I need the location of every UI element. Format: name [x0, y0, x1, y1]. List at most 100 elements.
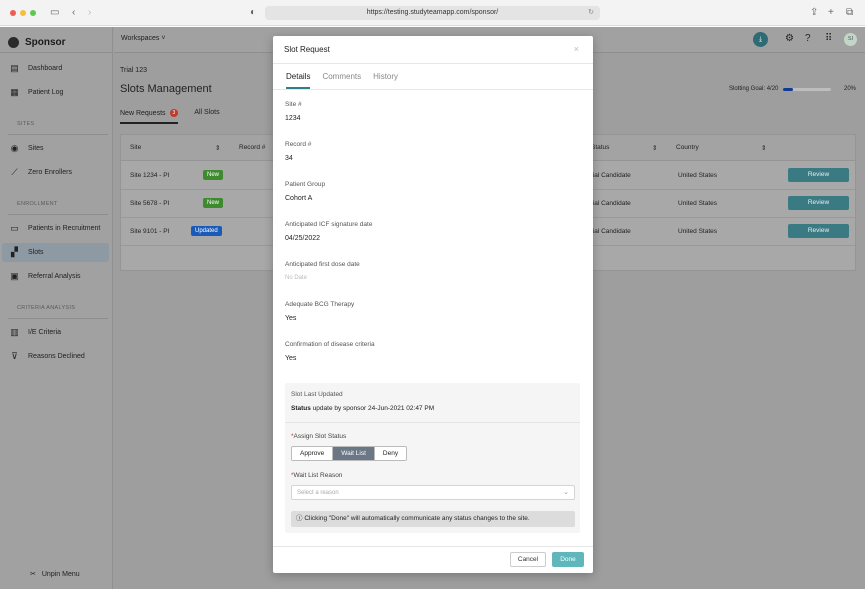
reload-icon[interactable]: ↻: [588, 6, 594, 20]
download-icon: ⤓: [758, 36, 763, 43]
column-header-record[interactable]: Record #: [239, 144, 265, 151]
slotting-goal-progress: [783, 87, 832, 91]
status-panel: Slot Last Updated Status update by spons…: [285, 383, 580, 533]
section-title-enrollment: ENROLLMENT: [17, 201, 58, 207]
approve-button[interactable]: Approve: [292, 447, 334, 460]
cell-status: tial Candidate: [591, 200, 631, 207]
cell-country: United States: [678, 228, 718, 235]
bar-chart-icon: ▥: [10, 327, 19, 337]
sidebar-item-label: Slots: [28, 249, 44, 256]
slotting-goal-label: Slotting Goal: 4/20: [729, 86, 779, 92]
sidebar-item-label: Sites: [28, 145, 44, 152]
sort-icon[interactable]: ⇕: [761, 144, 766, 152]
close-window-button[interactable]: [10, 10, 16, 16]
review-button[interactable]: Review: [788, 168, 849, 182]
sidebar-item-sites[interactable]: ◉ Sites: [2, 139, 109, 158]
share-icon[interactable]: ⇪: [810, 6, 818, 20]
url-text: https://testing.studyteamapp.com/sponsor…: [366, 9, 499, 16]
help-icon[interactable]: ?: [805, 32, 811, 46]
status-tag: New: [203, 170, 224, 180]
cell-status: tial Candidate: [591, 172, 631, 179]
deny-button[interactable]: Deny: [374, 447, 407, 460]
field-label-record: Record #: [285, 141, 312, 148]
tab-history[interactable]: History: [373, 72, 398, 89]
sort-icon[interactable]: ⇕: [652, 144, 657, 152]
address-bar[interactable]: https://testing.studyteamapp.com/sponsor…: [265, 6, 600, 20]
review-button[interactable]: Review: [788, 224, 849, 238]
sidebar-toggle-icon[interactable]: ▭: [50, 6, 59, 20]
zoom-window-button[interactable]: [30, 10, 36, 16]
slots-icon: ▞: [11, 247, 18, 257]
download-button[interactable]: ⤓: [753, 32, 768, 47]
sidebar-item-slots[interactable]: ▞ Slots: [2, 243, 109, 262]
sidebar-item-ie-criteria[interactable]: ▥ I/E Criteria: [2, 323, 109, 342]
unpin-menu-button[interactable]: ✂ Unpin Menu: [30, 570, 80, 579]
sidebar-item-patient-log[interactable]: ▦ Patient Log: [2, 83, 109, 102]
select-placeholder: Select a reason: [297, 490, 339, 496]
page-title: Slots Management: [120, 83, 212, 95]
tab-overview-icon[interactable]: ⧉: [846, 6, 853, 20]
field-value-first-dose-date: No Date: [285, 275, 308, 281]
thumbs-down-icon: ⊽: [11, 351, 18, 361]
sidebar-item-patients-in-recruitment[interactable]: ▭ Patients in Recruitment: [2, 219, 109, 238]
slotting-goal: Slotting Goal: 4/20: [729, 86, 832, 92]
settings-icon[interactable]: ⚙: [785, 32, 794, 46]
sidebar-item-zero-enrollers[interactable]: ⟋ Zero Enrollers: [2, 163, 109, 182]
field-label-icf-date: Anticipated ICF signature date: [285, 221, 373, 228]
page-tabs: New Requests 3 All Slots: [120, 109, 220, 124]
tab-comments[interactable]: Comments: [322, 72, 361, 89]
tab-details[interactable]: Details: [286, 72, 311, 89]
trend-icon: ⟋: [11, 167, 18, 177]
done-button[interactable]: Done: [552, 552, 584, 567]
sidebar-item-referral-analysis[interactable]: ▣ Referral Analysis: [2, 267, 109, 286]
sort-icon[interactable]: ⇕: [215, 144, 220, 152]
sidebar-item-reasons-declined[interactable]: ⊽ Reasons Declined: [2, 347, 109, 366]
chevron-down-icon: ˅: [161, 35, 166, 42]
sidebar-item-label: Dashboard: [28, 65, 63, 72]
apps-grid-icon[interactable]: ⠿: [825, 32, 832, 46]
modal-tabs: Details Comments History: [286, 72, 398, 89]
cancel-button[interactable]: Cancel: [510, 552, 546, 567]
wait-list-reason-select[interactable]: Select a reason ⌄: [291, 485, 575, 500]
column-header-site[interactable]: Site: [130, 144, 141, 151]
cell-status: tial Candidate: [591, 228, 631, 235]
sidebar-item-label: Referral Analysis: [28, 273, 81, 280]
field-value-site: 1234: [285, 115, 301, 122]
forward-icon[interactable]: ›: [88, 6, 91, 20]
info-text: Clicking "Done" will automatically commu…: [304, 515, 530, 522]
slot-last-updated-value: Status update by sponsor 24-Jun-2021 02:…: [291, 405, 435, 412]
workspaces-dropdown[interactable]: Workspaces ˅: [121, 35, 165, 42]
slot-request-modal: Slot Request × Details Comments History …: [273, 36, 593, 573]
slot-last-updated-label: Slot Last Updated: [291, 391, 343, 398]
back-icon[interactable]: ‹: [72, 6, 75, 20]
wait-list-button[interactable]: Wait List: [333, 447, 375, 460]
sidebar-item-label: I/E Criteria: [28, 329, 62, 336]
dashboard-icon: ▤: [10, 63, 19, 73]
tab-all-slots[interactable]: All Slots: [194, 109, 219, 124]
avatar[interactable]: SI: [844, 33, 857, 46]
column-header-status[interactable]: Status: [591, 144, 609, 151]
brand[interactable]: Sponsor: [8, 35, 66, 49]
avatar-initials: SI: [847, 36, 854, 42]
brand-name: Sponsor: [25, 36, 66, 48]
column-header-country[interactable]: Country: [676, 144, 699, 151]
review-button[interactable]: Review: [788, 196, 849, 210]
tab-label: New Requests: [120, 109, 166, 117]
count-badge: 3: [169, 109, 179, 117]
slotting-goal-progress-fill: [783, 87, 793, 91]
new-tab-icon[interactable]: +: [828, 6, 834, 20]
field-label-first-dose-date: Anticipated first dose date: [285, 261, 360, 268]
cell-site: Site 9101 - PI: [130, 228, 170, 235]
wait-list-reason-label: *Wait List Reason: [291, 472, 343, 479]
field-value-patient-group: Cohort A: [285, 195, 313, 202]
field-value-icf-date: 04/25/2022: [285, 235, 321, 242]
close-icon[interactable]: ×: [574, 44, 579, 54]
sidebar-item-label: Patient Log: [28, 89, 64, 96]
unpin-label: Unpin Menu: [41, 570, 80, 578]
tab-new-requests[interactable]: New Requests 3: [120, 109, 179, 124]
minimize-window-button[interactable]: [20, 10, 26, 16]
info-message: ⓘ Clicking "Done" will automatically com…: [291, 511, 575, 527]
privacy-shield-icon[interactable]: ◐: [250, 6, 256, 20]
sidebar: Sponsor ▤ Dashboard ▦ Patient Log SITES …: [0, 27, 113, 589]
sidebar-item-dashboard[interactable]: ▤ Dashboard: [2, 59, 109, 78]
